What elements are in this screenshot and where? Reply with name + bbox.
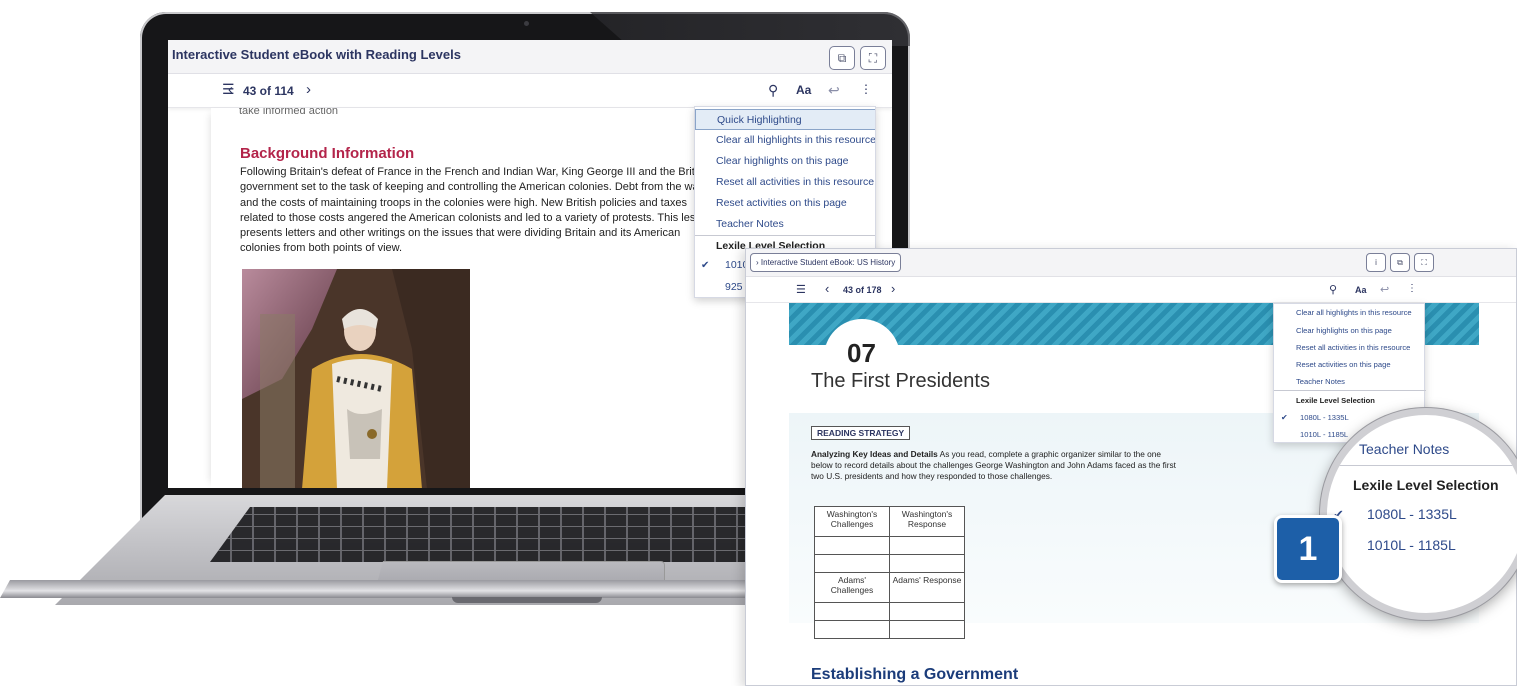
table-cell: [814, 602, 890, 621]
laptop-page-content: take informed action Background Informat…: [211, 108, 731, 488]
external-link-icon[interactable]: ⧉: [1390, 253, 1410, 272]
ebook-titlebar: › Interactive Student eBook: US History …: [746, 249, 1516, 277]
mag-lexile-1[interactable]: 1080L - 1335L: [1327, 506, 1517, 522]
menu-item-quick-highlighting[interactable]: Quick Highlighting: [695, 109, 875, 130]
chevron-left-icon[interactable]: ‹: [825, 281, 829, 296]
kebab-menu-icon[interactable]: ⋮: [860, 82, 872, 96]
table-row: [814, 554, 965, 573]
menu-divider: [1327, 465, 1517, 466]
graphic-organizer: Washington's Challenges Washington's Res…: [814, 506, 965, 639]
menu-item-clear-all-highlights[interactable]: Clear all highlights in this resource: [1274, 304, 1426, 322]
text-size-button[interactable]: Aa: [796, 83, 811, 97]
laptop-camera: [524, 21, 529, 26]
text-size-button[interactable]: Aa: [1355, 285, 1367, 295]
laptop-opening-notch: [452, 597, 602, 603]
king-george-portrait: [242, 269, 470, 488]
table-cell: Washington's Response: [889, 506, 965, 537]
body-paragraph: Following Britain's defeat of France in …: [240, 166, 714, 255]
table-cell: [889, 620, 965, 639]
page-indicator: 43 of 178: [843, 285, 882, 295]
reading-strategy-label: READING STRATEGY: [811, 426, 911, 440]
table-row: [814, 602, 965, 621]
reading-strategy-text: Analyzing Key Ideas and Details As you r…: [811, 449, 1181, 483]
external-link-icon[interactable]: ⧉: [829, 46, 855, 70]
chevron-right-icon: ›: [756, 258, 759, 267]
table-cell: Washington's Challenges: [814, 506, 890, 537]
menu-item-reset-all-activities[interactable]: Reset all activities in this resource: [695, 172, 875, 193]
table-cell: [889, 602, 965, 621]
menu-section-lexile: Lexile Level Selection: [1296, 396, 1375, 405]
table-cell: [814, 554, 890, 573]
search-icon[interactable]: ⚲: [768, 82, 778, 99]
table-row: [814, 536, 965, 555]
menu-item-clear-page-highlights[interactable]: Clear highlights on this page: [1274, 322, 1426, 340]
truncated-text: take informed action: [239, 108, 339, 115]
menu-item-reset-all-activities[interactable]: Reset all activities in this resource: [1274, 339, 1426, 357]
mag-section-lexile: Lexile Level Selection: [1353, 477, 1499, 493]
step-number-badge: 1: [1274, 515, 1342, 583]
menu-item-teacher-notes[interactable]: Teacher Notes: [695, 214, 875, 235]
mag-teacher-notes: Teacher Notes: [1359, 441, 1450, 457]
page-indicator: 43 of 114: [243, 84, 294, 98]
table-row: Washington's Challenges Washington's Res…: [814, 506, 965, 537]
table-cell: Adams' Response: [889, 572, 965, 603]
ebook-window-title[interactable]: › Interactive Student eBook: US History: [750, 253, 902, 272]
laptop-keyboard-rows: [210, 507, 770, 562]
table-row: [814, 620, 965, 639]
laptop-base: [0, 485, 770, 620]
toc-list-icon[interactable]: ☰: [796, 283, 806, 296]
menu-item-teacher-notes[interactable]: Teacher Notes: [1274, 373, 1426, 391]
table-cell: [814, 536, 890, 555]
chapter-title: The First Presidents: [811, 370, 990, 392]
menu-item-clear-all-highlights[interactable]: Clear all highlights in this resource: [695, 130, 875, 151]
back-arrow-icon[interactable]: ↩: [828, 82, 840, 99]
section-heading: Establishing a Government: [811, 666, 1019, 683]
table-cell: [889, 536, 965, 555]
fullscreen-icon[interactable]: ⛶: [860, 46, 886, 70]
chevron-right-icon[interactable]: ›: [891, 281, 895, 296]
ebook-title-text: Interactive Student eBook: US History: [760, 258, 896, 267]
mag-lexile-2[interactable]: 1010L - 1185L: [1327, 537, 1517, 553]
laptop-window-title: Interactive Student eBook with Reading L…: [172, 47, 461, 62]
magnifier-callout: Teacher Notes Lexile Level Selection ✔ 1…: [1320, 408, 1517, 620]
laptop-toolbar: ☰ ‹ 43 of 114 › ⚲ Aa ↩ ⋮: [168, 74, 892, 108]
search-icon[interactable]: ⚲: [1329, 283, 1337, 296]
laptop-base-edge: [0, 580, 770, 598]
chapter-number: 07: [847, 338, 876, 368]
table-row: Adams' Challenges Adams' Response: [814, 572, 965, 603]
chevron-left-icon[interactable]: ‹: [228, 81, 233, 98]
fullscreen-icon[interactable]: ⛶: [1414, 253, 1434, 272]
table-cell: [814, 620, 890, 639]
marketing-composite: Interactive Student eBook with Reading L…: [0, 0, 1517, 686]
kebab-menu-icon[interactable]: ⋮: [1407, 283, 1417, 294]
back-arrow-icon[interactable]: ↩: [1380, 283, 1389, 296]
menu-item-reset-page-activities[interactable]: Reset activities on this page: [695, 193, 875, 214]
strategy-bold-lead: Analyzing Key Ideas and Details: [811, 449, 938, 459]
menu-item-clear-page-highlights[interactable]: Clear highlights on this page: [695, 151, 875, 172]
table-cell: [889, 554, 965, 573]
laptop-titlebar: Interactive Student eBook with Reading L…: [168, 40, 892, 74]
ebook-toolbar: ☰ ‹ 43 of 178 › ⚲ Aa ↩ ⋮: [746, 277, 1516, 303]
info-icon[interactable]: i: [1366, 253, 1386, 272]
menu-divider: [1274, 390, 1426, 391]
chevron-right-icon[interactable]: ›: [306, 81, 311, 98]
section-heading: Background Information: [240, 145, 415, 162]
menu-item-reset-page-activities[interactable]: Reset activities on this page: [1274, 356, 1426, 374]
table-cell: Adams' Challenges: [814, 572, 890, 603]
